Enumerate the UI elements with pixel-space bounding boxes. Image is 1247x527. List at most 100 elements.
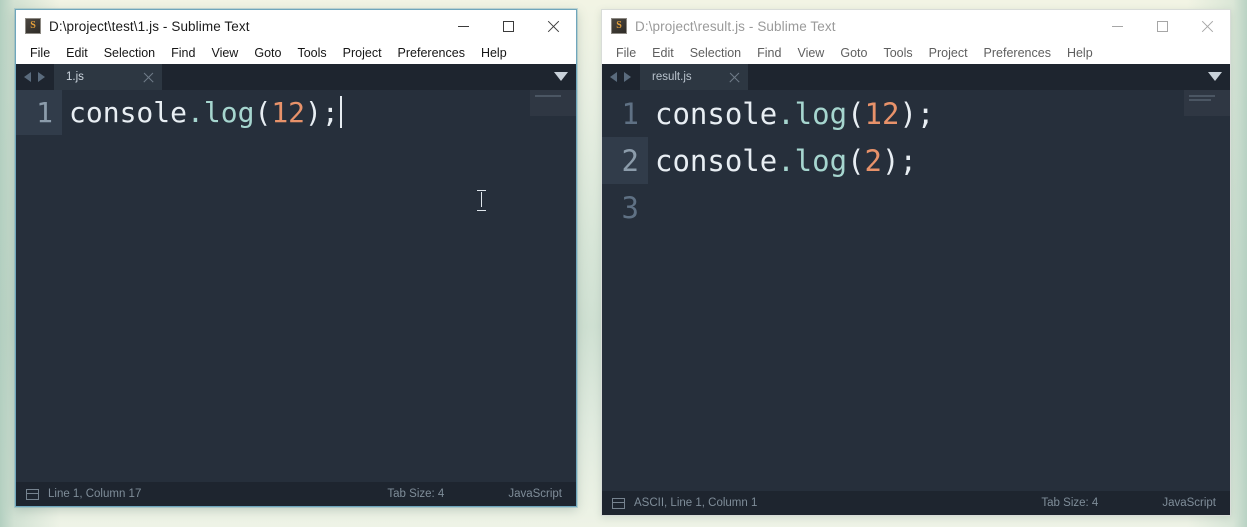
menu-edit[interactable]: Edit (644, 45, 682, 62)
sublime-window-right[interactable]: S D:\project\result.js - Sublime Text Fi… (601, 9, 1231, 516)
menu-goto[interactable]: Goto (832, 45, 875, 62)
tab-nav-arrows-left (16, 64, 54, 90)
tab-label: 1.js (66, 71, 84, 83)
menu-find[interactable]: Find (749, 45, 789, 62)
menu-tools[interactable]: Tools (875, 45, 920, 62)
code-source: console.log(2); (648, 144, 917, 178)
chevron-down-icon[interactable] (554, 72, 568, 81)
syntax-status[interactable]: JavaScript (1162, 497, 1216, 509)
code-token: 12 (864, 96, 900, 131)
code-token: .log (777, 143, 848, 178)
line-number: 2 (602, 137, 648, 184)
tab-1js[interactable]: 1.js (54, 64, 162, 90)
code-token: .log (187, 95, 255, 129)
mouse-ibeam-cursor (477, 190, 486, 211)
menu-project[interactable]: Project (921, 45, 976, 62)
code-editor-left[interactable]: 1 console.log(12); (16, 90, 576, 482)
text-caret (339, 95, 342, 128)
close-icon (547, 20, 560, 33)
sidebar-toggle-icon[interactable] (26, 488, 39, 500)
chevron-down-icon[interactable] (1208, 72, 1222, 81)
menu-edit[interactable]: Edit (58, 45, 96, 62)
code-token: ( (847, 96, 865, 131)
window-title-right: D:\project\result.js - Sublime Text (635, 18, 836, 34)
tab-size-status[interactable]: Tab Size: 4 (1041, 497, 1098, 509)
maximize-button-right[interactable] (1140, 10, 1185, 42)
menu-view[interactable]: View (789, 45, 832, 62)
tab-close-icon[interactable] (729, 72, 740, 83)
minimize-icon (1112, 25, 1123, 27)
line-number: 3 (621, 190, 639, 225)
code-token: 2 (864, 143, 882, 178)
code-token: .log (777, 96, 848, 131)
tabbar-right: result.js (602, 64, 1230, 90)
code-editor-right[interactable]: 1 console.log(12); 2 console.log(2); 3 (602, 90, 1230, 491)
close-button-right[interactable] (1185, 10, 1230, 42)
status-right-group: Tab Size: 4 JavaScript (387, 488, 562, 500)
menu-preferences[interactable]: Preferences (390, 45, 473, 62)
tab-label: result.js (652, 71, 692, 83)
code-token: console (655, 96, 778, 131)
menu-tools[interactable]: Tools (289, 45, 334, 62)
code-token: ); (305, 95, 339, 129)
syntax-status[interactable]: JavaScript (508, 488, 562, 500)
tab-close-icon[interactable] (143, 72, 154, 83)
menu-find[interactable]: Find (163, 45, 203, 62)
cursor-position-status: Line 1, Column 17 (48, 488, 142, 500)
code-source: console.log(12); (648, 97, 934, 131)
minimize-icon (458, 25, 469, 27)
statusbar-right: ASCII, Line 1, Column 1 Tab Size: 4 Java… (602, 491, 1230, 515)
close-button-left[interactable] (531, 10, 576, 42)
titlebar-right[interactable]: S D:\project\result.js - Sublime Text (602, 10, 1230, 42)
tab-resultjs[interactable]: result.js (640, 64, 748, 90)
code-token: 12 (271, 95, 306, 129)
code-line: 1 console.log(12); (602, 90, 1230, 137)
tab-size-status[interactable]: Tab Size: 4 (387, 488, 444, 500)
statusbar-left: Line 1, Column 17 Tab Size: 4 JavaScript (16, 482, 576, 506)
line-number: 1 (621, 96, 639, 131)
code-line: 3 (602, 184, 1230, 231)
menu-help[interactable]: Help (473, 45, 515, 62)
code-token: ( (847, 143, 865, 178)
tab-next-arrow-icon[interactable] (624, 72, 631, 82)
menu-selection[interactable]: Selection (96, 45, 163, 62)
titlebar-left[interactable]: S D:\project\test\1.js - Sublime Text (16, 10, 576, 42)
menubar-left: File Edit Selection Find View Goto Tools… (16, 42, 576, 64)
code-token: ); (899, 96, 935, 131)
vertical-scrollbar-right[interactable] (1226, 90, 1230, 491)
code-line: 2 console.log(2); (602, 137, 1230, 184)
line-number: 1 (16, 90, 62, 135)
code-token: ( (254, 95, 272, 129)
maximize-icon (1157, 20, 1168, 32)
minimize-button-right[interactable] (1095, 10, 1140, 42)
menubar-right: File Edit Selection Find View Goto Tools… (602, 42, 1230, 64)
maximize-button-left[interactable] (486, 10, 531, 42)
sublime-text-icon: S (611, 18, 627, 34)
menu-project[interactable]: Project (335, 45, 390, 62)
window-title-left: D:\project\test\1.js - Sublime Text (49, 18, 250, 34)
vertical-scrollbar-left[interactable] (572, 90, 576, 482)
tab-prev-arrow-icon[interactable] (610, 72, 617, 82)
menu-file[interactable]: File (22, 45, 58, 62)
code-token: ); (882, 143, 917, 178)
menu-preferences[interactable]: Preferences (976, 45, 1059, 62)
sublime-window-left[interactable]: S D:\project\test\1.js - Sublime Text Fi… (15, 9, 577, 507)
tab-prev-arrow-icon[interactable] (24, 72, 31, 82)
menu-goto[interactable]: Goto (246, 45, 289, 62)
minimize-button-left[interactable] (441, 10, 486, 42)
editor-body-left: 1.js 1 console.log(12); Line 1, Column 1… (16, 64, 576, 506)
code-line: 1 console.log(12); (16, 90, 576, 135)
sidebar-toggle-icon[interactable] (612, 497, 625, 509)
menu-selection[interactable]: Selection (682, 45, 749, 62)
maximize-icon (503, 20, 514, 32)
code-token: console (655, 143, 778, 178)
sublime-text-icon: S (25, 18, 41, 34)
editor-body-right: result.js 1 console.log(12); 2 console.l… (602, 64, 1230, 515)
code-source: console.log(12); (62, 95, 342, 130)
menu-view[interactable]: View (203, 45, 246, 62)
window-controls-left (441, 10, 576, 42)
menu-file[interactable]: File (608, 45, 644, 62)
tab-next-arrow-icon[interactable] (38, 72, 45, 82)
window-controls-right (1095, 10, 1230, 42)
menu-help[interactable]: Help (1059, 45, 1101, 62)
